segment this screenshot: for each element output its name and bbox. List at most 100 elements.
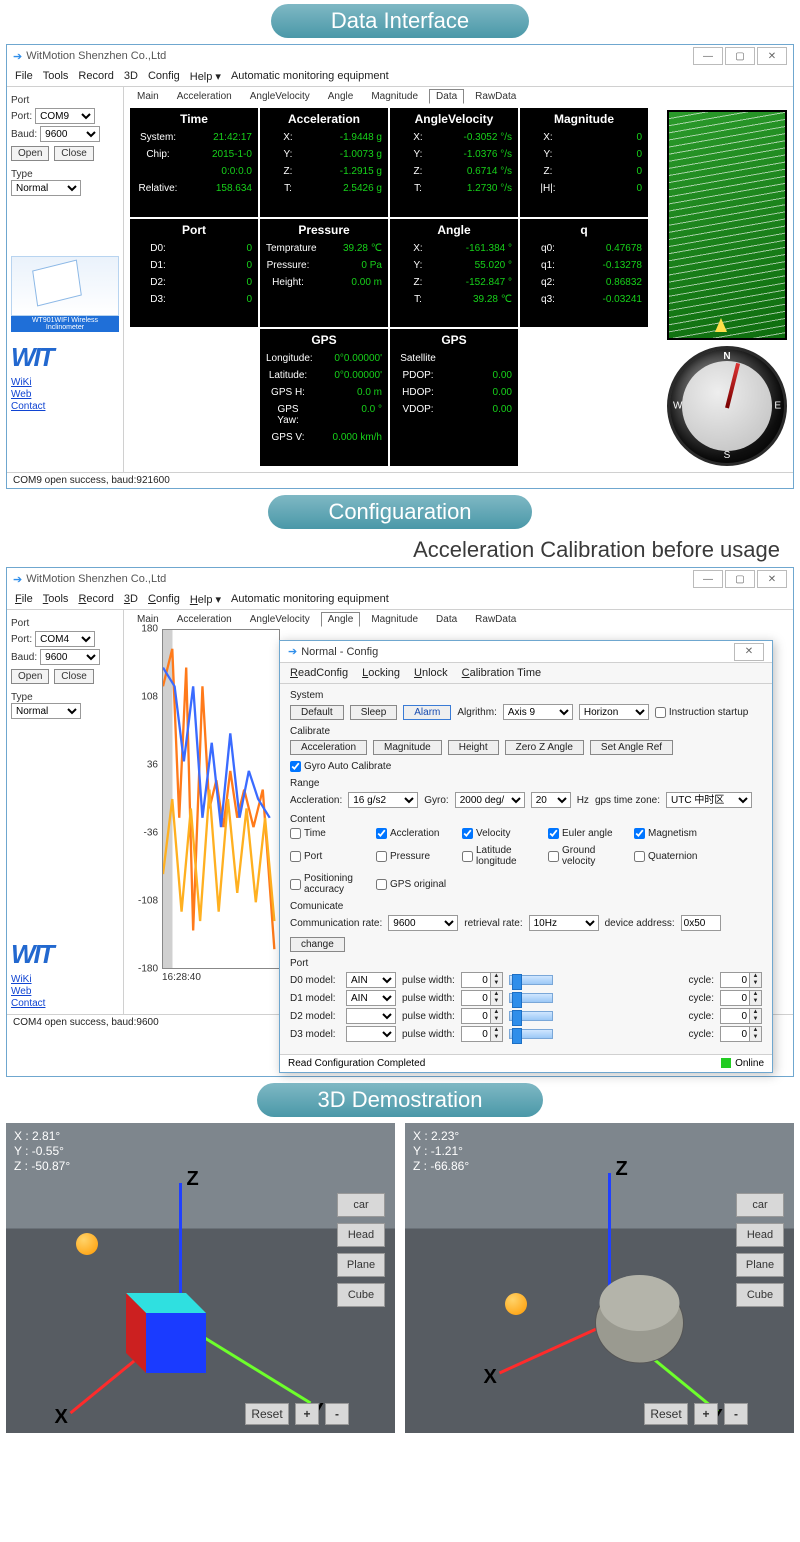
comm-rate-select[interactable]: 9600 xyxy=(388,915,458,931)
model-head-button[interactable]: Head xyxy=(736,1223,784,1247)
menu-record[interactable]: Record xyxy=(78,70,113,83)
type-select[interactable]: Normal xyxy=(11,703,81,719)
algorithm-select[interactable]: Axis 9 xyxy=(503,704,573,720)
menu-3d[interactable]: 3D xyxy=(124,70,138,83)
zoom-in-button[interactable]: + xyxy=(694,1403,718,1425)
d0-cycle-spinner[interactable]: ▲▼ xyxy=(720,972,762,988)
content-time-checkbox[interactable]: Time xyxy=(290,828,362,839)
zoom-out-button[interactable]: - xyxy=(724,1403,748,1425)
dialog-close-button[interactable]: ✕ xyxy=(734,643,764,661)
menu-tools[interactable]: Tools xyxy=(43,70,69,83)
tab-magnitude[interactable]: Magnitude xyxy=(364,89,425,104)
hz-select[interactable]: 20 xyxy=(531,792,571,808)
reset-button[interactable]: Reset xyxy=(245,1403,289,1425)
menu-tools[interactable]: Tools xyxy=(43,593,69,606)
link-contact[interactable]: Contact xyxy=(11,998,119,1009)
d2-model-select[interactable] xyxy=(346,1008,396,1024)
maximize-button[interactable]: ▢ xyxy=(725,570,755,588)
menu-file[interactable]: File xyxy=(15,70,33,83)
content-positioning-accuracy-checkbox[interactable]: Positioning accuracy xyxy=(290,873,362,895)
default-button[interactable]: Default xyxy=(290,705,344,720)
instruction-startup-checkbox[interactable]: Instruction startup xyxy=(655,707,748,718)
menu-file[interactable]: File xyxy=(15,593,33,606)
menu-auto-monitoring[interactable]: Automatic monitoring equipment xyxy=(231,593,389,606)
gyro-auto-calibrate-checkbox[interactable]: Gyro Auto Calibrate xyxy=(290,761,391,772)
tab-data[interactable]: Data xyxy=(429,612,464,627)
menu-unlock[interactable]: Unlock xyxy=(414,667,448,679)
model-cube-button[interactable]: Cube xyxy=(736,1283,784,1307)
tab-anglevelocity[interactable]: AngleVelocity xyxy=(243,612,317,627)
content-quaternion-checkbox[interactable]: Quaternion xyxy=(634,851,706,862)
link-contact[interactable]: Contact xyxy=(11,401,119,412)
content-euler-angle-checkbox[interactable]: Euler angle xyxy=(548,828,620,839)
d2-pulsewidth-spinner[interactable]: ▲▼ xyxy=(461,1008,503,1024)
tab-acceleration[interactable]: Acceleration xyxy=(170,89,239,104)
d0-slider[interactable] xyxy=(509,975,553,985)
link-web[interactable]: Web xyxy=(11,986,119,997)
menu-record[interactable]: Record xyxy=(78,593,113,606)
d0-model-select[interactable]: AIN xyxy=(346,972,396,988)
link-wiki[interactable]: WiKi xyxy=(11,377,119,388)
close-port-button[interactable]: Close xyxy=(54,146,94,161)
minimize-button[interactable]: — xyxy=(693,47,723,65)
tab-anglevelocity[interactable]: AngleVelocity xyxy=(243,89,317,104)
reset-button[interactable]: Reset xyxy=(644,1403,688,1425)
content-port-checkbox[interactable]: Port xyxy=(290,851,362,862)
d3-pulsewidth-spinner[interactable]: ▲▼ xyxy=(461,1026,503,1042)
tab-rawdata[interactable]: RawData xyxy=(468,612,523,627)
cal-acceleration-button[interactable]: Acceleration xyxy=(290,740,367,755)
tab-magnitude[interactable]: Magnitude xyxy=(364,612,425,627)
d3-slider[interactable] xyxy=(509,1029,553,1039)
horizon-select[interactable]: Horizon xyxy=(579,704,649,720)
open-button[interactable]: Open xyxy=(11,669,49,684)
tab-angle[interactable]: Angle xyxy=(321,612,361,627)
timezone-select[interactable]: UTC 中时区 xyxy=(666,792,752,808)
close-button[interactable]: ✕ xyxy=(757,47,787,65)
d1-slider[interactable] xyxy=(509,993,553,1003)
link-web[interactable]: Web xyxy=(11,389,119,400)
minimize-button[interactable]: — xyxy=(693,570,723,588)
retrieval-rate-select[interactable]: 10Hz xyxy=(529,915,599,931)
d2-slider[interactable] xyxy=(509,1011,553,1021)
alarm-button[interactable]: Alarm xyxy=(403,705,451,720)
open-button[interactable]: Open xyxy=(11,146,49,161)
change-button[interactable]: change xyxy=(290,937,345,952)
d1-pulsewidth-spinner[interactable]: ▲▼ xyxy=(461,990,503,1006)
d0-pulsewidth-spinner[interactable]: ▲▼ xyxy=(461,972,503,988)
content-velocity-checkbox[interactable]: Velocity xyxy=(462,828,534,839)
zoom-in-button[interactable]: + xyxy=(295,1403,319,1425)
menu-config[interactable]: Config xyxy=(148,70,180,83)
content-latitude-longitude-checkbox[interactable]: Latitude longitude xyxy=(462,845,534,867)
content-pressure-checkbox[interactable]: Pressure xyxy=(376,851,448,862)
d3-cycle-spinner[interactable]: ▲▼ xyxy=(720,1026,762,1042)
maximize-button[interactable]: ▢ xyxy=(725,47,755,65)
content-gps-original-checkbox[interactable]: GPS original xyxy=(376,879,448,890)
sleep-button[interactable]: Sleep xyxy=(350,705,398,720)
tab-acceleration[interactable]: Acceleration xyxy=(170,612,239,627)
acc-range-select[interactable]: 16 g/s2 xyxy=(348,792,418,808)
content-ground-velocity-checkbox[interactable]: Ground velocity xyxy=(548,845,620,867)
cal-magnitude-button[interactable]: Magnitude xyxy=(373,740,442,755)
zoom-out-button[interactable]: - xyxy=(325,1403,349,1425)
menu-config[interactable]: Config xyxy=(148,593,180,606)
menu-calibration-time[interactable]: Calibration Time xyxy=(462,667,542,679)
model-car-button[interactable]: car xyxy=(736,1193,784,1217)
tab-rawdata[interactable]: RawData xyxy=(468,89,523,104)
close-port-button[interactable]: Close xyxy=(54,669,94,684)
cal-height-button[interactable]: Height xyxy=(448,740,499,755)
link-wiki[interactable]: WiKi xyxy=(11,974,119,985)
model-car-button[interactable]: car xyxy=(337,1193,385,1217)
baud-select[interactable]: 9600 xyxy=(40,126,100,142)
cal-zero-z-button[interactable]: Zero Z Angle xyxy=(505,740,584,755)
d3-model-select[interactable] xyxy=(346,1026,396,1042)
d1-model-select[interactable]: AIN xyxy=(346,990,396,1006)
d2-cycle-spinner[interactable]: ▲▼ xyxy=(720,1008,762,1024)
menu-3d[interactable]: 3D xyxy=(124,593,138,606)
cal-set-angle-ref-button[interactable]: Set Angle Ref xyxy=(590,740,673,755)
tab-angle[interactable]: Angle xyxy=(321,89,361,104)
content-accleration-checkbox[interactable]: Accleration xyxy=(376,828,448,839)
tab-main[interactable]: Main xyxy=(130,89,166,104)
menu-readconfig[interactable]: ReadConfig xyxy=(290,667,348,679)
content-magnetism-checkbox[interactable]: Magnetism xyxy=(634,828,706,839)
menu-help[interactable]: Help ▾ xyxy=(190,593,221,606)
